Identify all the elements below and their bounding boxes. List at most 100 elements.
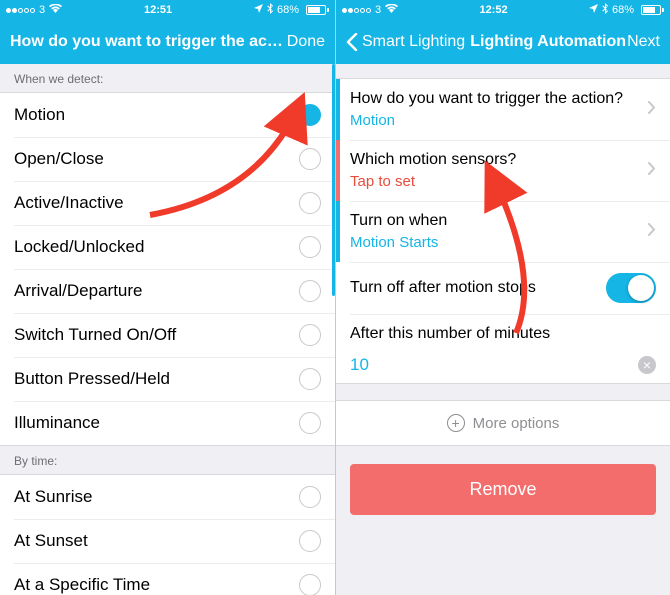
stripe-indicator — [336, 140, 340, 201]
option-label: Motion — [14, 105, 299, 125]
status-right: 68% — [589, 3, 664, 17]
row-title: Which motion sensors? — [350, 151, 656, 169]
back-button[interactable]: Smart Lighting — [346, 33, 465, 51]
status-left: 3 — [6, 4, 62, 16]
trigger-option-sunset[interactable]: At Sunset — [0, 519, 335, 563]
status-bar: 3 12:51 68% — [0, 0, 335, 20]
stripe-indicator — [336, 79, 340, 140]
minutes-input-row[interactable]: 10 × — [336, 347, 670, 383]
radio-icon — [299, 486, 321, 508]
chevron-left-icon — [346, 33, 358, 51]
trigger-option-illuminance[interactable]: Illuminance — [0, 401, 335, 445]
page-title: Lighting Automation — [469, 33, 627, 51]
turn-on-row[interactable]: Turn on when Motion Starts — [336, 201, 670, 262]
phone-left: 3 12:51 68% How do you want to trigger t… — [0, 0, 335, 595]
settings-card: How do you want to trigger the action? M… — [336, 78, 670, 384]
battery-icon — [303, 5, 329, 15]
remove-label: Remove — [469, 479, 536, 499]
signal-dots — [342, 8, 371, 13]
clear-icon[interactable]: × — [638, 356, 656, 374]
status-right: 68% — [254, 3, 329, 17]
more-options-button[interactable]: + More options — [336, 400, 670, 446]
battery-label: 68% — [612, 4, 634, 16]
row-title: Turn off after motion stops — [350, 279, 606, 297]
chevron-right-icon — [648, 101, 656, 119]
toggle-row: Turn off after motion stops — [336, 262, 670, 314]
minutes-value: 10 — [350, 355, 638, 375]
radio-icon — [299, 236, 321, 258]
option-label: Button Pressed/Held — [14, 369, 299, 389]
trigger-row[interactable]: How do you want to trigger the action? M… — [336, 79, 670, 140]
stripe-indicator — [336, 201, 340, 262]
wifi-icon — [385, 4, 398, 16]
trigger-option-motion[interactable]: Motion — [0, 93, 335, 137]
more-options-label: More options — [473, 415, 560, 432]
sensors-row[interactable]: Which motion sensors? Tap to set — [336, 140, 670, 201]
battery-icon — [638, 5, 664, 15]
toggle-switch[interactable] — [606, 273, 656, 303]
option-label: Switch Turned On/Off — [14, 325, 299, 345]
trigger-option-locked-unlocked[interactable]: Locked/Unlocked — [0, 225, 335, 269]
option-label: At Sunrise — [14, 487, 299, 507]
section-header: By time: — [0, 446, 335, 474]
battery-label: 68% — [277, 4, 299, 16]
wifi-icon — [49, 4, 62, 16]
chevron-right-icon — [648, 223, 656, 241]
status-time: 12:52 — [398, 4, 589, 16]
radio-icon — [299, 280, 321, 302]
chevron-right-icon — [648, 162, 656, 180]
radio-icon — [299, 530, 321, 552]
trigger-option-arrival-departure[interactable]: Arrival/Departure — [0, 269, 335, 313]
group-time: At Sunrise At Sunset At a Specific Time — [0, 474, 335, 595]
option-label: At a Specific Time — [14, 575, 299, 595]
navbar: How do you want to trigger the action? D… — [0, 20, 335, 64]
next-button[interactable]: Next — [627, 33, 660, 51]
bluetooth-icon — [602, 3, 608, 17]
trigger-option-specific-time[interactable]: At a Specific Time — [0, 563, 335, 595]
trigger-option-open-close[interactable]: Open/Close — [0, 137, 335, 181]
option-label: Open/Close — [14, 149, 299, 169]
radio-icon — [299, 412, 321, 434]
row-value: Motion — [350, 112, 656, 129]
option-label: Locked/Unlocked — [14, 237, 299, 257]
row-value: Tap to set — [350, 173, 656, 190]
bluetooth-icon — [267, 3, 273, 17]
content[interactable]: How do you want to trigger the action? M… — [336, 64, 670, 595]
minutes-label-row: After this number of minutes — [336, 314, 670, 347]
location-icon — [589, 4, 598, 16]
plus-icon: + — [447, 414, 465, 432]
remove-button[interactable]: Remove — [350, 464, 656, 515]
status-bar: 3 12:52 68% — [336, 0, 670, 20]
trigger-option-button[interactable]: Button Pressed/Held — [0, 357, 335, 401]
radio-icon — [299, 148, 321, 170]
row-value: Motion Starts — [350, 234, 656, 251]
option-label: At Sunset — [14, 531, 299, 551]
location-icon — [254, 4, 263, 16]
radio-icon — [299, 574, 321, 595]
content[interactable]: When we detect: Motion Open/Close Active… — [0, 64, 335, 595]
section-header: When we detect: — [0, 64, 335, 92]
done-button[interactable]: Done — [287, 33, 325, 51]
status-left: 3 — [342, 4, 398, 16]
row-title: After this number of minutes — [350, 325, 656, 343]
radio-icon — [299, 192, 321, 214]
radio-icon — [299, 368, 321, 390]
row-title: Turn on when — [350, 212, 656, 230]
radio-icon — [299, 324, 321, 346]
carrier-label: 3 — [375, 4, 381, 16]
phone-right: 3 12:52 68% Smart Lighting Lighting Auto… — [335, 0, 670, 595]
status-time: 12:51 — [62, 4, 254, 16]
navbar: Smart Lighting Lighting Automation Next — [336, 20, 670, 64]
carrier-label: 3 — [39, 4, 45, 16]
option-label: Illuminance — [14, 413, 299, 433]
signal-dots — [6, 8, 35, 13]
option-label: Arrival/Departure — [14, 281, 299, 301]
option-label: Active/Inactive — [14, 193, 299, 213]
group-detect: Motion Open/Close Active/Inactive Locked… — [0, 92, 335, 446]
trigger-option-active-inactive[interactable]: Active/Inactive — [0, 181, 335, 225]
page-title: How do you want to trigger the action? — [10, 33, 287, 51]
trigger-option-sunrise[interactable]: At Sunrise — [0, 475, 335, 519]
back-label: Smart Lighting — [362, 33, 465, 51]
radio-icon — [299, 104, 321, 126]
trigger-option-switch[interactable]: Switch Turned On/Off — [0, 313, 335, 357]
